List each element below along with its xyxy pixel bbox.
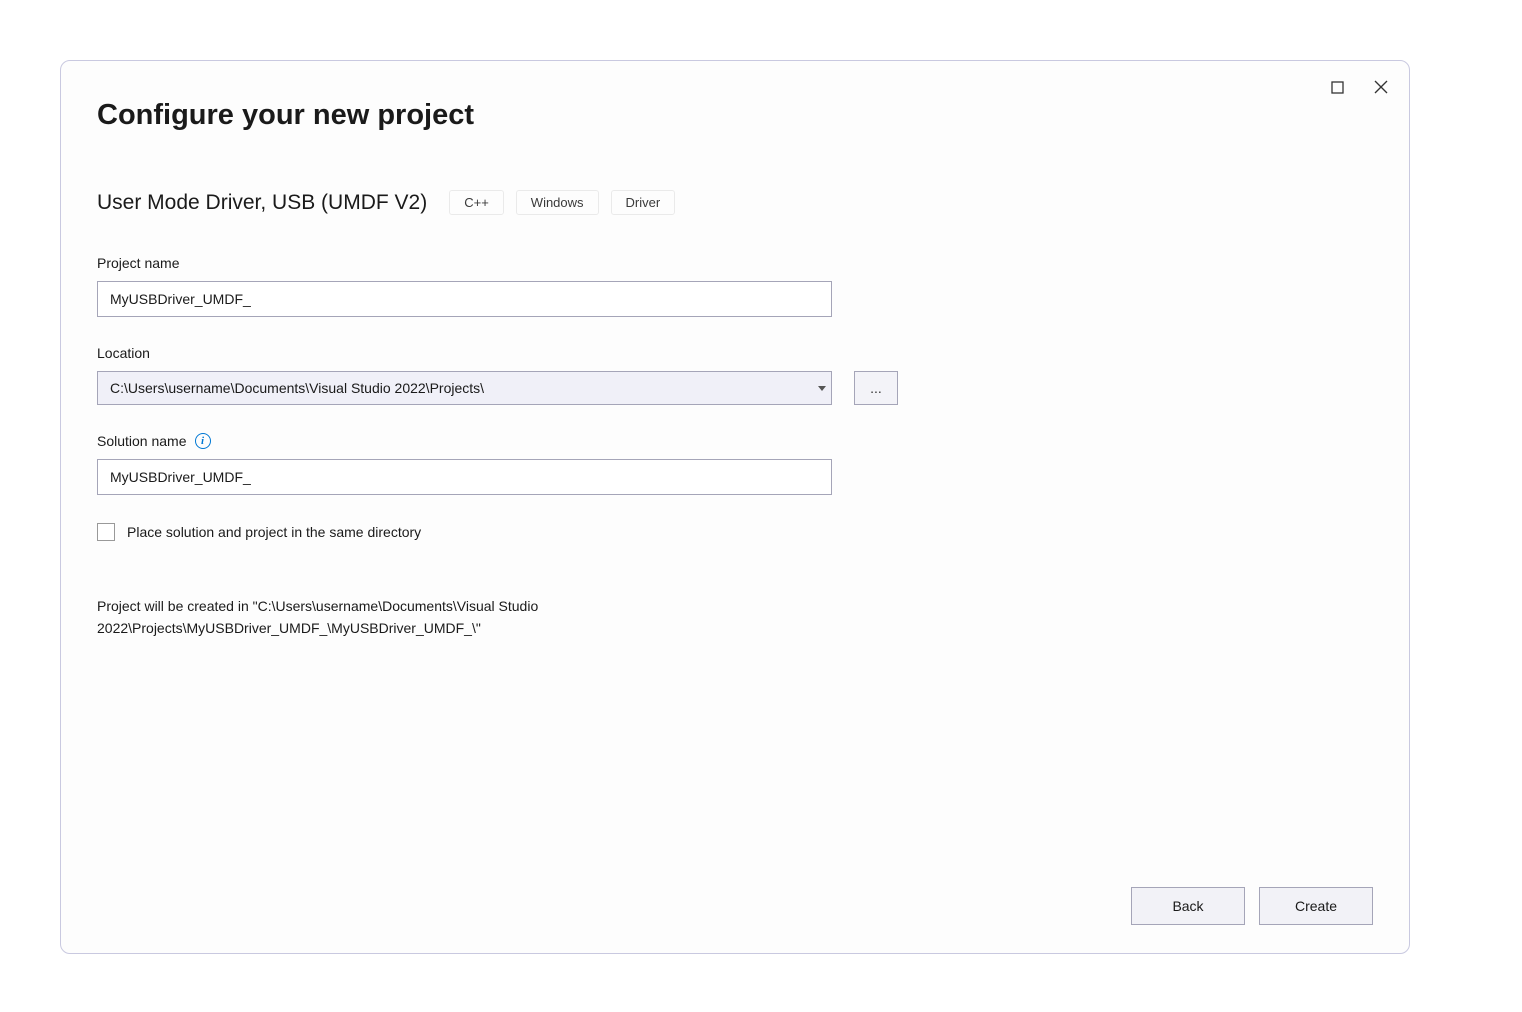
chevron-down-icon [813, 372, 831, 404]
location-label: Location [97, 345, 1373, 361]
project-name-label: Project name [97, 255, 1373, 271]
maximize-button[interactable] [1329, 79, 1345, 95]
path-preview-text: Project will be created in "C:\Users\use… [97, 595, 797, 640]
same-directory-checkbox[interactable] [97, 523, 115, 541]
location-combobox[interactable]: C:\Users\username\Documents\Visual Studi… [97, 371, 832, 405]
solution-name-label: Solution name i [97, 433, 1373, 449]
tag-windows: Windows [516, 190, 599, 215]
configure-project-dialog: Configure your new project User Mode Dri… [60, 60, 1410, 954]
same-directory-label: Place solution and project in the same d… [127, 524, 421, 540]
template-tags: C++ Windows Driver [449, 190, 675, 215]
page-title: Configure your new project [97, 99, 1373, 132]
location-value: C:\Users\username\Documents\Visual Studi… [98, 380, 813, 396]
project-name-input[interactable] [97, 281, 832, 317]
location-field-group: Location C:\Users\username\Documents\Vis… [97, 345, 1373, 405]
create-button[interactable]: Create [1259, 887, 1373, 925]
tag-cpp: C++ [449, 190, 504, 215]
solution-name-label-text: Solution name [97, 433, 187, 449]
same-directory-row: Place solution and project in the same d… [97, 523, 1373, 541]
solution-name-field-group: Solution name i [97, 433, 1373, 495]
close-button[interactable] [1373, 79, 1389, 95]
template-header: User Mode Driver, USB (UMDF V2) C++ Wind… [97, 190, 1373, 215]
tag-driver: Driver [611, 190, 676, 215]
info-icon[interactable]: i [195, 433, 211, 449]
solution-name-input[interactable] [97, 459, 832, 495]
project-name-field-group: Project name [97, 255, 1373, 317]
template-name: User Mode Driver, USB (UMDF V2) [97, 191, 427, 215]
footer-buttons: Back Create [1131, 887, 1373, 925]
back-button[interactable]: Back [1131, 887, 1245, 925]
browse-location-button[interactable]: ... [854, 371, 898, 405]
window-controls [1329, 79, 1389, 95]
